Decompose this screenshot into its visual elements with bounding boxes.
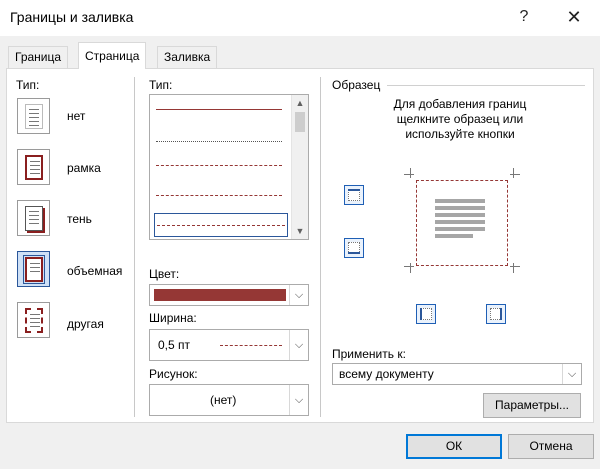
- style-scrollbar[interactable]: ▲ ▼: [291, 95, 308, 239]
- art-label: Рисунок:: [149, 367, 198, 381]
- page-shadow-icon: [25, 206, 43, 231]
- apply-to-combo[interactable]: всему документу ⌵: [332, 363, 582, 385]
- style-listbox[interactable]: ▲ ▼: [149, 94, 309, 240]
- top-border-button[interactable]: [344, 185, 364, 205]
- chevron-down-icon[interactable]: ⌵: [289, 385, 308, 415]
- title-bar: Границы и заливка ? ✕: [0, 0, 600, 36]
- tab-shading[interactable]: Заливка: [157, 46, 218, 68]
- preview-hint-line-2: щелкните образец или: [396, 112, 524, 126]
- setting-label: Тип:: [16, 78, 40, 92]
- color-swatch: [154, 289, 286, 301]
- setting-3d-button[interactable]: [17, 251, 50, 287]
- preview-hint-line-1: Для добавления границ: [393, 97, 527, 111]
- page-custom-icon: [25, 308, 43, 333]
- tab-border-label: Граница: [15, 50, 62, 64]
- apply-to-label: Применить к:: [332, 347, 406, 361]
- right-border-button[interactable]: [486, 304, 506, 324]
- width-sample-line: [220, 345, 282, 346]
- scroll-up-icon[interactable]: ▲: [292, 95, 308, 111]
- chevron-down-icon[interactable]: ⌵: [289, 285, 308, 305]
- preview-label: Образец: [332, 78, 381, 92]
- width-value: 0,5 пт: [158, 338, 191, 352]
- art-combo[interactable]: (нет) ⌵: [149, 384, 309, 416]
- tab-shading-label: Заливка: [164, 50, 211, 64]
- color-label: Цвет:: [149, 267, 180, 281]
- preview-page-border[interactable]: [416, 180, 508, 266]
- help-button[interactable]: ?: [505, 4, 543, 30]
- tab-page-border-label: Страница: [85, 49, 140, 63]
- bottom-border-button[interactable]: [344, 238, 364, 258]
- tab-panel: Тип: нет рамка тень объемная другая Тип:…: [6, 68, 594, 423]
- width-combo[interactable]: 0,5 пт ⌵: [149, 329, 309, 361]
- apply-to-value: всему документу: [339, 367, 434, 381]
- art-value: (нет): [210, 393, 237, 407]
- style-dash[interactable]: [156, 195, 282, 196]
- tab-page-border[interactable]: Страница: [78, 42, 147, 69]
- setting-shadow-label: тень: [67, 212, 92, 226]
- setting-custom-button[interactable]: [17, 302, 50, 338]
- left-border-button[interactable]: [416, 304, 436, 324]
- divider-right: [320, 77, 321, 417]
- style-selected[interactable]: [154, 213, 288, 237]
- borders-and-shading-dialog: Границы и заливка ? ✕ Граница Страница З…: [0, 0, 600, 469]
- style-small-dash[interactable]: [156, 165, 282, 166]
- ok-button[interactable]: ОК: [406, 434, 502, 459]
- chevron-down-icon[interactable]: ⌵: [289, 330, 308, 360]
- close-button[interactable]: ✕: [555, 4, 593, 30]
- width-label: Ширина:: [149, 311, 197, 325]
- preview-hint: Для добавления границ щелкните образец и…: [337, 97, 583, 142]
- setting-none-button[interactable]: [17, 98, 50, 134]
- style-solid[interactable]: [156, 109, 282, 110]
- setting-box-button[interactable]: [17, 149, 50, 185]
- color-picker[interactable]: ⌵: [149, 284, 309, 306]
- style-dotted[interactable]: [156, 141, 282, 142]
- setting-box-label: рамка: [67, 161, 101, 175]
- chevron-down-icon[interactable]: ⌵: [562, 364, 581, 384]
- setting-shadow-button[interactable]: [17, 200, 50, 236]
- page-3d-icon: [23, 255, 45, 284]
- scroll-thumb[interactable]: [295, 112, 305, 132]
- options-button[interactable]: Параметры...: [483, 393, 581, 418]
- preview-area[interactable]: [404, 168, 520, 273]
- setting-none-label: нет: [67, 109, 86, 123]
- scroll-down-icon[interactable]: ▼: [292, 223, 308, 239]
- cancel-button[interactable]: Отмена: [508, 434, 594, 459]
- setting-3d-label: объемная: [67, 264, 123, 278]
- style-label: Тип:: [149, 78, 173, 92]
- page-box-icon: [25, 155, 43, 180]
- tab-border[interactable]: Граница: [8, 46, 69, 68]
- preview-hint-line-3: используйте кнопки: [405, 127, 515, 141]
- preview-group-line: [387, 85, 585, 86]
- setting-custom-label: другая: [67, 317, 104, 331]
- window-title: Границы и заливка: [10, 9, 134, 25]
- divider-left: [134, 77, 135, 417]
- page-none-icon: [25, 104, 43, 129]
